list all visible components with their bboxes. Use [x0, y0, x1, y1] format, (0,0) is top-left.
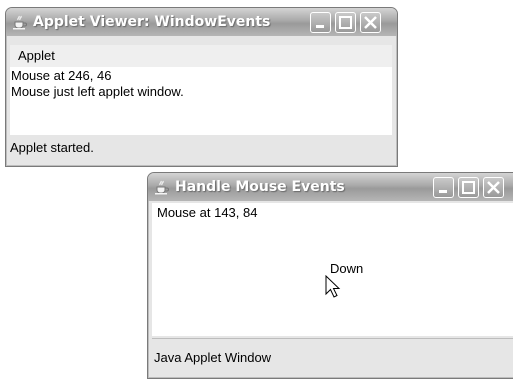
java-cup-icon [155, 180, 169, 195]
minimize-button[interactable] [310, 12, 331, 33]
menu-bar: Applet [10, 45, 392, 67]
applet-viewer-titlebar[interactable]: Applet Viewer: WindowEvents [6, 8, 397, 36]
mouse-position-text: Mouse at 246, 46 [11, 68, 112, 83]
applet-viewer-window: Applet Viewer: WindowEvents Applet Mouse… [5, 7, 398, 167]
window-title: Handle Mouse Events [175, 179, 345, 195]
applet-menu[interactable]: Applet [18, 48, 55, 63]
close-button[interactable] [360, 12, 381, 33]
mouse-left-text: Mouse just left applet window. [11, 84, 184, 99]
status-bar-text: Applet started. [10, 140, 94, 155]
handle-mouse-events-window: Handle Mouse Events Mouse at 143, 84 Dow… [147, 172, 513, 379]
mouse-cursor-icon [325, 275, 341, 298]
maximize-button[interactable] [458, 177, 479, 198]
close-icon [487, 181, 500, 194]
applet-content[interactable]: Mouse at 246, 46 Mouse just left applet … [10, 67, 392, 135]
maximize-icon [462, 181, 475, 194]
applet-canvas[interactable]: Mouse at 143, 84 Down [152, 203, 513, 336]
maximize-icon [339, 16, 352, 29]
minimize-icon [439, 190, 447, 193]
handle-mouse-events-titlebar[interactable]: Handle Mouse Events [148, 173, 513, 201]
maximize-button[interactable] [335, 12, 356, 33]
mouse-position-text: Mouse at 143, 84 [157, 205, 258, 220]
minimize-button[interactable] [433, 177, 454, 198]
mouse-button-state-text: Down [330, 261, 364, 276]
window-title: Applet Viewer: WindowEvents [33, 14, 271, 30]
status-bar-text: Java Applet Window [154, 350, 272, 365]
close-icon [364, 16, 377, 29]
minimize-icon [316, 25, 324, 28]
close-button[interactable] [483, 177, 504, 198]
status-divider [152, 338, 513, 339]
java-cup-icon [13, 15, 27, 30]
